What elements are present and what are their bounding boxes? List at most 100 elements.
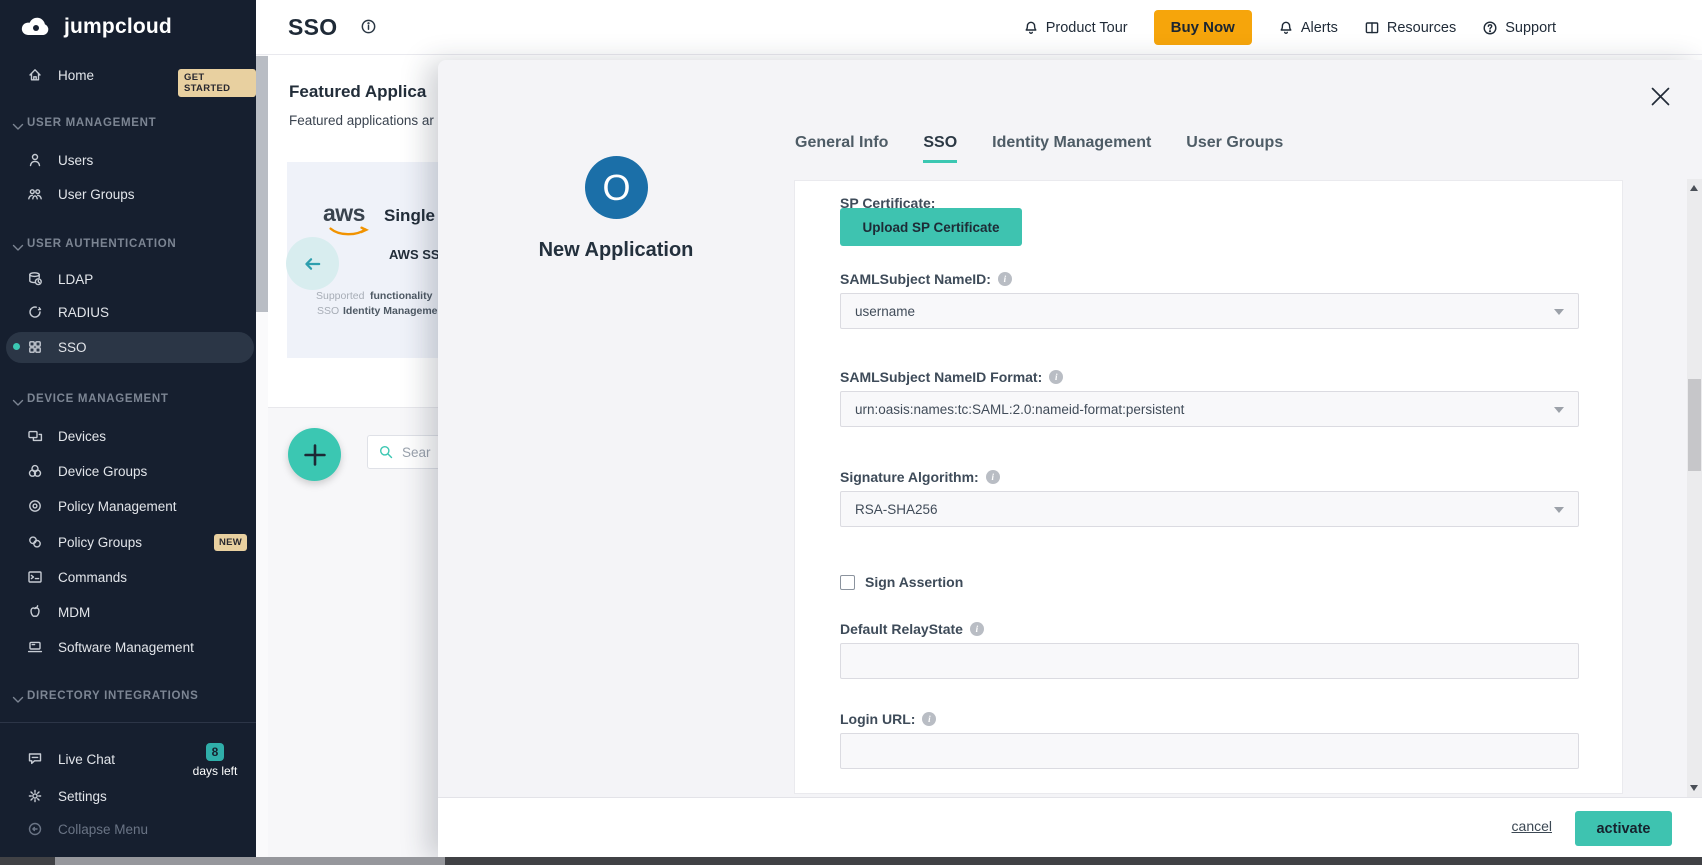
database-icon <box>27 271 43 287</box>
tab-general-info[interactable]: General Info <box>795 134 888 163</box>
cloud-logo-icon <box>16 14 56 40</box>
device-groups-icon <box>27 463 43 479</box>
aws-card-name: AWS SS <box>389 247 440 262</box>
tab-sso[interactable]: SSO <box>923 134 957 163</box>
policy-groups-icon <box>27 534 43 550</box>
chat-bubble-icon <box>27 751 43 767</box>
login-url-input[interactable] <box>840 733 1579 769</box>
info-icon[interactable]: i <box>1049 370 1063 384</box>
user-icon <box>27 152 43 168</box>
book-icon <box>1364 20 1380 36</box>
search-icon <box>378 444 394 460</box>
user-group-icon <box>27 186 43 202</box>
sidebar-item-collapse-menu[interactable]: Collapse Menu <box>0 813 256 845</box>
info-icon[interactable]: i <box>998 272 1012 286</box>
gear-icon <box>27 788 43 804</box>
policy-management-icon <box>27 498 43 514</box>
dropdown-caret-icon <box>1554 507 1564 513</box>
info-icon[interactable]: i <box>986 470 1000 484</box>
sidebar-item-sso[interactable]: SSO <box>0 331 256 363</box>
top-header: SSO Product Tour Buy Now Alerts Resource… <box>256 0 1702 55</box>
signature-algorithm-select[interactable]: RSA-SHA256 <box>840 491 1579 527</box>
product-tour-button[interactable]: Product Tour <box>1023 20 1128 36</box>
plus-icon <box>302 442 328 468</box>
chevron-down-icon[interactable] <box>10 240 26 256</box>
info-icon[interactable]: i <box>970 622 984 636</box>
chevron-down-icon[interactable] <box>10 395 26 411</box>
new-badge: NEW <box>214 534 247 551</box>
sidebar-item-mdm[interactable]: MDM <box>0 596 256 628</box>
trial-days-badge: 8 <box>206 743 225 761</box>
sign-assertion-checkbox[interactable] <box>840 575 855 590</box>
arrow-left-icon <box>302 253 324 275</box>
sidebar-item-devices[interactable]: Devices <box>0 420 256 452</box>
sidebar-item-policy-management[interactable]: Policy Management <box>0 490 256 522</box>
sso-settings-panel: SP Certificate: Upload SP Certificate SA… <box>794 180 1623 794</box>
sidebar-item-radius[interactable]: RADIUS <box>0 296 256 328</box>
nameid-select[interactable]: username <box>840 293 1579 329</box>
default-relaystate-label: Default RelayStatei <box>840 621 984 637</box>
section-device-management[interactable]: DEVICE MANAGEMENT <box>27 393 169 405</box>
login-url-label: Login URL:i <box>840 711 936 727</box>
laptop-icon <box>27 639 43 655</box>
scroll-down-icon[interactable] <box>1690 785 1698 791</box>
content-scrollbar-thumb[interactable] <box>256 56 268 312</box>
tab-user-groups[interactable]: User Groups <box>1186 134 1283 163</box>
close-icon[interactable] <box>1650 86 1671 107</box>
trial-days-label: days left <box>190 764 240 778</box>
dropdown-caret-icon <box>1554 309 1564 315</box>
content-scrollbar-track[interactable] <box>256 55 268 857</box>
radius-icon <box>27 304 43 320</box>
trial-countdown: 8 days left <box>190 743 240 778</box>
new-application-modal: O New Application General Info SSO Ident… <box>438 60 1702 857</box>
sign-assertion-label: Sign Assertion <box>865 574 963 590</box>
question-icon <box>1482 20 1498 36</box>
horizontal-scrollbar-track[interactable] <box>0 857 1702 865</box>
scroll-up-icon[interactable] <box>1690 185 1698 191</box>
sidebar-item-device-groups[interactable]: Device Groups <box>0 455 256 487</box>
activate-button[interactable]: activate <box>1575 811 1672 846</box>
sign-assertion-row: Sign Assertion <box>840 574 963 590</box>
sidebar: jumpcloud Home GET STARTED USER MANAGEME… <box>0 0 256 857</box>
section-directory-integrations[interactable]: DIRECTORY INTEGRATIONS <box>27 690 199 702</box>
bell-icon <box>1278 20 1294 36</box>
carousel-prev-button[interactable] <box>286 237 339 290</box>
section-user-authentication[interactable]: USER AUTHENTICATION <box>27 238 176 250</box>
sidebar-item-software-management[interactable]: Software Management <box>0 631 256 663</box>
get-started-badge: GET STARTED <box>178 69 256 97</box>
buy-now-button[interactable]: Buy Now <box>1154 10 1252 45</box>
nameid-format-select[interactable]: urn:oasis:names:tc:SAML:2.0:nameid-forma… <box>840 391 1579 427</box>
chevron-down-icon[interactable] <box>10 692 26 708</box>
chevron-down-icon[interactable] <box>10 119 26 135</box>
sidebar-divider <box>0 722 256 723</box>
modal-scrollbar-track[interactable] <box>1687 179 1702 797</box>
sidebar-item-users[interactable]: Users <box>0 144 256 176</box>
signature-algorithm-label: Signature Algorithm:i <box>840 469 1000 485</box>
jumpcloud-admin-console: jumpcloud Home GET STARTED USER MANAGEME… <box>0 0 1702 865</box>
modal-scrollbar-thumb[interactable] <box>1688 379 1701 471</box>
sidebar-item-ldap[interactable]: LDAP <box>0 263 256 295</box>
add-application-button[interactable] <box>288 428 341 481</box>
info-icon[interactable]: i <box>922 712 936 726</box>
cancel-button[interactable]: cancel <box>1512 818 1552 834</box>
bell-icon <box>1023 20 1039 36</box>
sidebar-item-user-groups[interactable]: User Groups <box>0 178 256 210</box>
support-button[interactable]: Support <box>1482 20 1556 36</box>
tab-identity-management[interactable]: Identity Management <box>992 134 1151 163</box>
modal-tabs: General Info SSO Identity Management Use… <box>795 134 1283 163</box>
aws-smile-icon <box>325 226 373 239</box>
sidebar-item-settings[interactable]: Settings <box>0 780 256 812</box>
header-actions: Product Tour Buy Now Alerts Resources Su… <box>1023 0 1556 55</box>
info-icon[interactable] <box>360 18 377 35</box>
sidebar-item-commands[interactable]: Commands <box>0 561 256 593</box>
section-user-management[interactable]: USER MANAGEMENT <box>27 117 156 129</box>
alerts-button[interactable]: Alerts <box>1278 20 1338 36</box>
default-relaystate-input[interactable] <box>840 643 1579 679</box>
jumpcloud-logo: jumpcloud <box>16 14 172 40</box>
home-icon <box>27 67 43 83</box>
resources-button[interactable]: Resources <box>1364 20 1456 36</box>
horizontal-scrollbar-thumb[interactable] <box>55 857 445 865</box>
dropdown-caret-icon <box>1554 407 1564 413</box>
upload-sp-certificate-button[interactable]: Upload SP Certificate <box>840 208 1022 246</box>
featured-heading: Featured Applica <box>289 82 426 102</box>
